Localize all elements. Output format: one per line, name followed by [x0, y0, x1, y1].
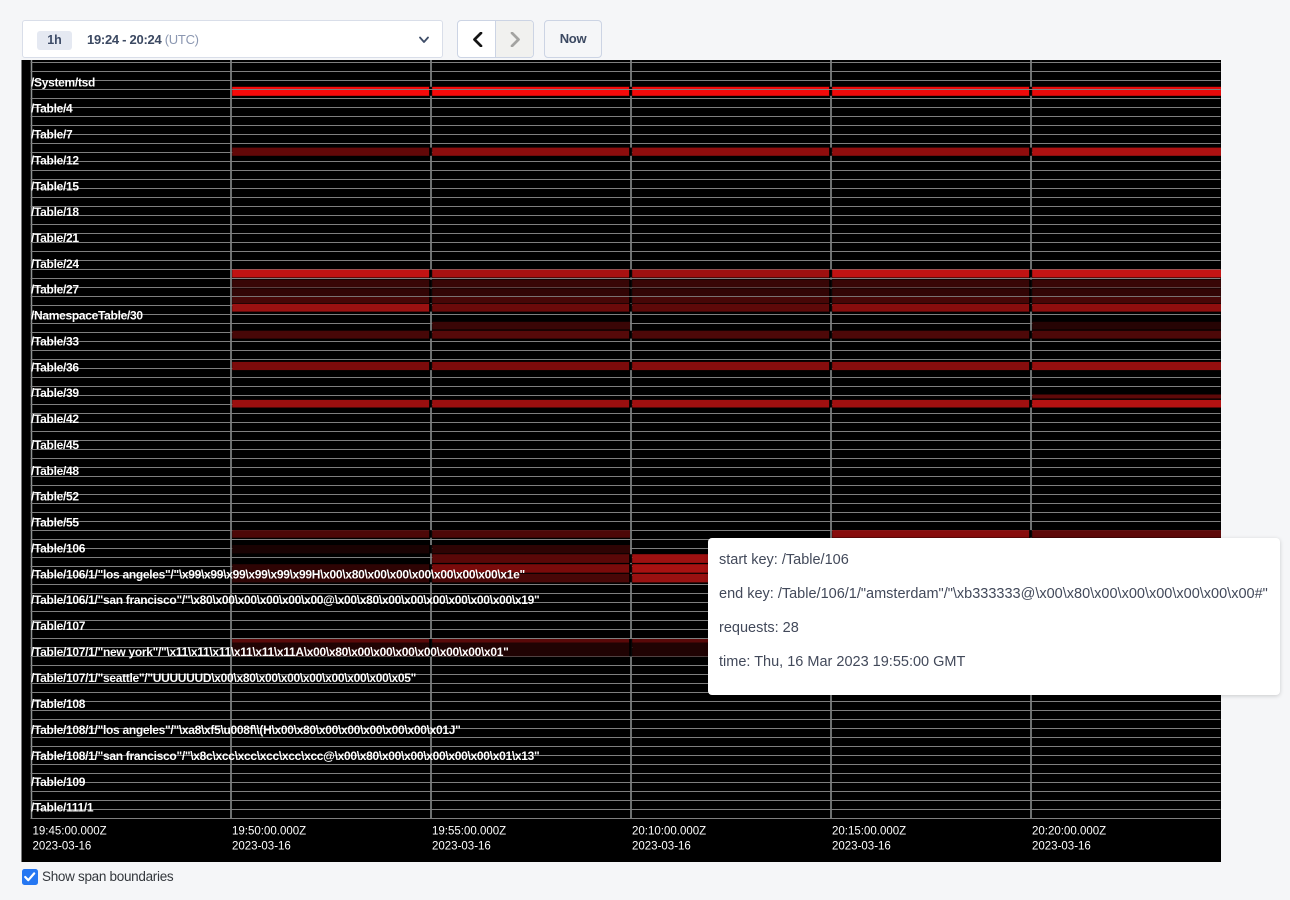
svg-text:2023-03-16: 2023-03-16 [33, 841, 92, 853]
svg-text:/Table/7: /Table/7 [31, 128, 73, 142]
svg-text:/Table/15: /Table/15 [31, 180, 79, 194]
svg-text:/Table/106/1/"san francisco"/": /Table/106/1/"san francisco"/"\x80\x00\x… [31, 593, 539, 607]
svg-text:/Table/106/1/"los angeles"/"\x: /Table/106/1/"los angeles"/"\x99\x99\x99… [31, 568, 525, 582]
svg-text:/Table/45: /Table/45 [31, 438, 79, 452]
svg-text:2023-03-16: 2023-03-16 [832, 841, 891, 853]
svg-text:/Table/42: /Table/42 [31, 412, 79, 426]
svg-text:/Table/21: /Table/21 [31, 231, 79, 245]
svg-text:/Table/18: /Table/18 [31, 205, 79, 219]
svg-text:20:10:00.000Z: 20:10:00.000Z [632, 826, 706, 838]
svg-text:/Table/107/1/"new york"/"\x11\: /Table/107/1/"new york"/"\x11\x11\x11\x1… [31, 645, 509, 659]
svg-text:/Table/48: /Table/48 [31, 464, 79, 478]
svg-text:/Table/36: /Table/36 [31, 361, 79, 375]
svg-text:/System/tsd: /System/tsd [31, 76, 95, 90]
svg-text:/Table/55: /Table/55 [31, 516, 79, 530]
svg-text:20:20:00.000Z: 20:20:00.000Z [1032, 826, 1106, 838]
svg-text:/Table/107/1/"seattle"/"UUUUUU: /Table/107/1/"seattle"/"UUUUUUD\x00\x80\… [31, 671, 416, 685]
svg-text:/Table/24: /Table/24 [31, 257, 79, 271]
svg-text:19:50:00.000Z: 19:50:00.000Z [232, 826, 306, 838]
svg-text:/Table/108/1/"san francisco"/": /Table/108/1/"san francisco"/"\x8c\xcc\x… [31, 749, 539, 763]
svg-text:2023-03-16: 2023-03-16 [1032, 841, 1091, 853]
svg-text:/Table/39: /Table/39 [31, 386, 79, 400]
svg-text:/Table/106: /Table/106 [31, 542, 86, 556]
svg-text:/Table/4: /Table/4 [31, 102, 73, 116]
svg-text:2023-03-16: 2023-03-16 [232, 841, 291, 853]
svg-text:/Table/12: /Table/12 [31, 154, 79, 168]
svg-text:/Table/107: /Table/107 [31, 619, 86, 633]
svg-text:/Table/27: /Table/27 [31, 283, 79, 297]
svg-text:/Table/108: /Table/108 [31, 697, 86, 711]
svg-text:2023-03-16: 2023-03-16 [432, 841, 491, 853]
svg-text:20:15:00.000Z: 20:15:00.000Z [832, 826, 906, 838]
svg-text:/Table/108/1/"los angeles"/"\x: /Table/108/1/"los angeles"/"\xa8\xf5\u00… [31, 723, 461, 737]
svg-text:/Table/33: /Table/33 [31, 335, 79, 349]
svg-text:/NamespaceTable/30: /NamespaceTable/30 [31, 309, 143, 323]
svg-text:19:45:00.000Z: 19:45:00.000Z [33, 826, 107, 838]
svg-text:/Table/109: /Table/109 [31, 775, 86, 789]
svg-text:/Table/52: /Table/52 [31, 490, 79, 504]
svg-text:19:55:00.000Z: 19:55:00.000Z [432, 826, 506, 838]
svg-text:2023-03-16: 2023-03-16 [632, 841, 691, 853]
svg-text:/Table/111/1: /Table/111/1 [31, 801, 94, 815]
